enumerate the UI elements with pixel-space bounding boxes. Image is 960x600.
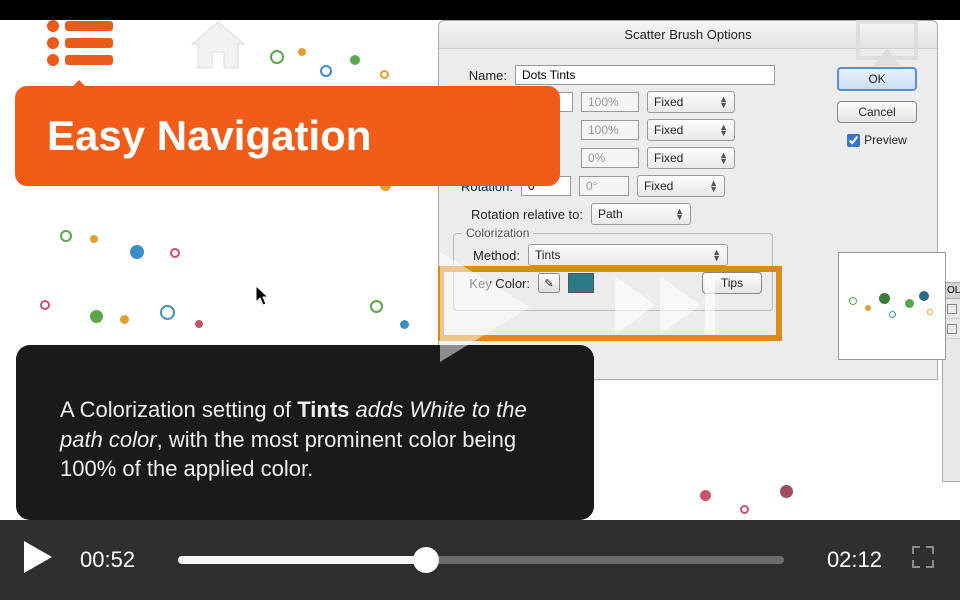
rotation-mode-select[interactable]: Fixed ▲▼ <box>637 175 725 197</box>
bg-dot <box>400 320 409 329</box>
row2-mode-value: Fixed <box>654 123 683 137</box>
row3-mode-select[interactable]: Fixed ▲▼ <box>647 147 735 169</box>
cursor-icon <box>256 286 272 311</box>
bg-dot <box>780 485 793 498</box>
menu-button[interactable] <box>45 18 117 73</box>
seek-knob[interactable] <box>413 547 439 573</box>
cancel-button[interactable]: Cancel <box>837 101 917 123</box>
bg-dot <box>270 50 284 64</box>
play-button[interactable] <box>24 541 52 579</box>
rotation-relative-value: Path <box>598 207 623 221</box>
bg-dot <box>700 490 711 501</box>
caption-text: A Colorization setting of <box>60 397 297 422</box>
fullscreen-button[interactable] <box>910 544 936 576</box>
dialog-right-column: OK Cancel Preview <box>831 67 923 147</box>
bg-dot <box>90 310 103 323</box>
duration-time: 02:12 <box>812 547 882 573</box>
seek-fill <box>178 556 426 564</box>
bg-dot <box>40 300 50 310</box>
bg-dot <box>380 70 389 79</box>
chevron-updown-icon: ▲▼ <box>709 180 718 193</box>
bg-dot <box>120 315 129 324</box>
size-mode-value: Fixed <box>654 95 683 109</box>
play-overlay-button[interactable] <box>415 268 545 377</box>
rotation-b-input[interactable] <box>579 176 629 196</box>
bg-dot <box>350 55 360 65</box>
bg-dot <box>90 235 98 243</box>
caption-bold: Tints <box>297 397 349 422</box>
bg-dot <box>130 245 144 259</box>
skip-back-button[interactable] <box>245 268 355 377</box>
bg-dot <box>160 305 175 320</box>
name-label: Name: <box>453 68 507 83</box>
rotation-mode-value: Fixed <box>644 179 673 193</box>
seek-track[interactable] <box>178 556 784 564</box>
bg-dot <box>740 505 749 514</box>
chevron-updown-icon: ▲▼ <box>719 152 728 165</box>
callout-tooltip: Easy Navigation <box>15 86 560 186</box>
caption-italic: adds White <box>349 397 471 422</box>
play-icon <box>415 242 545 372</box>
colorization-legend: Colorization <box>462 226 533 240</box>
key-color-swatch[interactable] <box>568 273 594 293</box>
home-icon <box>188 18 248 73</box>
chevron-updown-icon: ▲▼ <box>719 96 728 109</box>
brush-preview-swatch <box>838 252 946 360</box>
row3-a-input[interactable] <box>581 148 639 168</box>
airplay-icon <box>854 18 920 68</box>
row3-mode-value: Fixed <box>654 151 683 165</box>
method-select[interactable]: Tints▲▼ <box>528 244 728 266</box>
list-icon <box>45 18 117 68</box>
fullscreen-icon <box>910 544 936 570</box>
bg-dot <box>370 300 383 313</box>
rotation-relative-label: Rotation relative to: <box>453 207 583 222</box>
preview-checkbox[interactable]: Preview <box>847 133 907 147</box>
row2-mode-select[interactable]: Fixed ▲▼ <box>647 119 735 141</box>
bg-dot <box>170 248 180 258</box>
skip-forward-button[interactable] <box>605 268 715 377</box>
callout-text: Easy Navigation <box>47 112 371 160</box>
size-mode-select[interactable]: Fixed ▲▼ <box>647 91 735 113</box>
size-b-input[interactable] <box>581 92 639 112</box>
top-letterbox <box>0 0 960 20</box>
preview-label: Preview <box>864 133 907 147</box>
skip-forward-icon <box>605 268 715 343</box>
current-time: 00:52 <box>80 547 150 573</box>
rotation-relative-select[interactable]: Path ▲▼ <box>591 203 691 225</box>
airplay-button[interactable] <box>854 18 920 73</box>
chevron-updown-icon: ▲▼ <box>712 249 721 262</box>
play-icon <box>24 541 52 573</box>
chevron-updown-icon: ▲▼ <box>675 208 684 221</box>
home-button[interactable] <box>188 18 248 78</box>
preview-checkbox-input[interactable] <box>847 134 860 147</box>
chevron-updown-icon: ▲▼ <box>719 124 728 137</box>
row2-a-input[interactable] <box>581 120 639 140</box>
bg-dot <box>320 65 332 77</box>
eyedropper-icon: ✎ <box>544 277 553 290</box>
bg-dot <box>60 230 72 242</box>
bg-dot <box>298 48 306 56</box>
name-input[interactable] <box>515 65 775 85</box>
bg-dot <box>195 320 203 328</box>
video-player-bar: 00:52 02:12 <box>0 520 960 600</box>
